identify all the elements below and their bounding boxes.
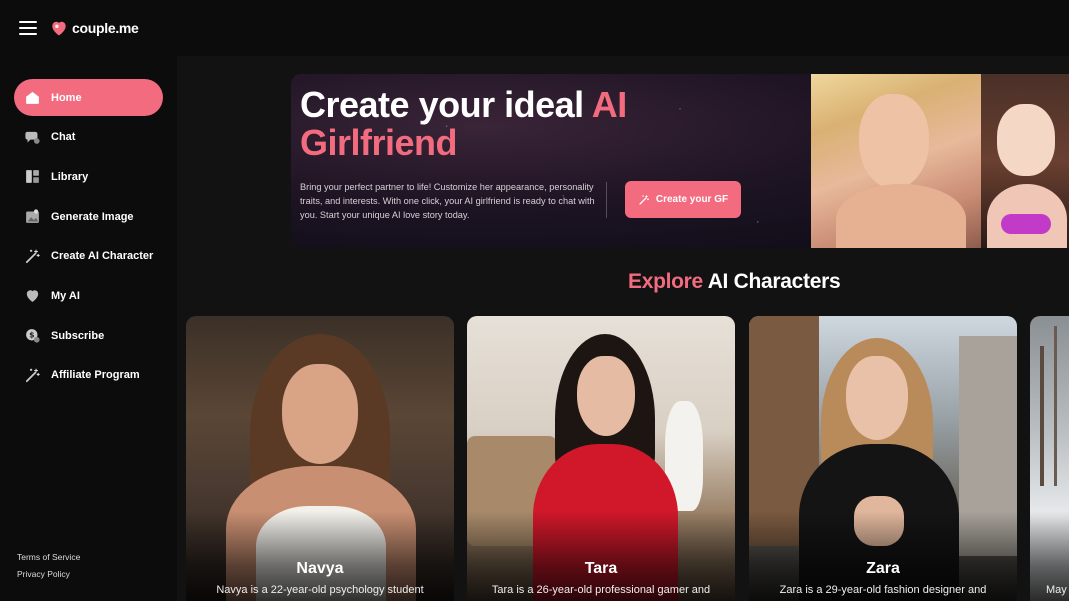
hero-title-highlight: AI <box>591 84 628 125</box>
card-name: Navya <box>296 560 344 577</box>
privacy-link[interactable]: Privacy Policy <box>17 569 80 579</box>
card-name: Zara <box>866 560 900 577</box>
card-description: Navya is a 22-year-old psychology studen… <box>216 584 424 596</box>
sidebar-item-generate-image[interactable]: Generate Image <box>14 198 163 235</box>
sidebar-item-label: Affiliate Program <box>51 369 140 382</box>
create-gf-button[interactable]: Create your GF <box>625 181 741 218</box>
hero-banner: Create your ideal AI Girlfriend Bring you… <box>291 74 1069 248</box>
home-icon <box>24 89 41 106</box>
card-description: May <box>1046 584 1067 596</box>
sidebar-item-library[interactable]: Library <box>14 158 163 195</box>
sidebar-item-chat[interactable]: Chat <box>14 119 163 156</box>
character-card-navya[interactable]: Navya Navya is a 22-year-old psychology … <box>186 316 454 601</box>
image-icon <box>24 208 41 225</box>
sidebar-item-affiliate-program[interactable]: Affiliate Program <box>14 357 163 394</box>
sidebar-item-label: Library <box>51 170 89 183</box>
hero-title-highlight: Girlfriend <box>300 122 458 163</box>
magic-wand-icon <box>24 248 41 265</box>
hero-image-anime <box>981 74 1069 248</box>
sidebar: Home Chat Library Generate Image Create … <box>0 56 177 601</box>
explore-rest: AI Characters <box>702 270 841 293</box>
magic-wand-icon <box>24 367 41 384</box>
terms-link[interactable]: Terms of Service <box>17 552 80 562</box>
subscribe-icon: $ <box>24 327 41 344</box>
svg-text:$: $ <box>29 331 34 340</box>
hero-title-text: Create your ideal <box>300 84 592 125</box>
sidebar-item-label: Generate Image <box>51 210 134 223</box>
top-bar: couple.me <box>0 0 1069 56</box>
sidebar-item-subscribe[interactable]: $ Subscribe <box>14 317 163 354</box>
card-description: Tara is a 26-year-old professional gamer… <box>491 584 711 596</box>
hero-image-blonde <box>811 74 991 248</box>
explore-highlight: Explore <box>628 270 703 293</box>
sidebar-footer: Terms of Service Privacy Policy <box>17 552 80 586</box>
explore-heading: Explore AI Characters <box>0 270 1069 294</box>
sidebar-item-label: Chat <box>51 131 76 144</box>
hero-description: Bring your perfect partner to life! Cust… <box>300 182 595 220</box>
sidebar-item-label: Subscribe <box>51 329 105 342</box>
card-description: Zara is a 29-year-old fashion designer a… <box>779 584 987 596</box>
card-name: Tara <box>584 560 618 577</box>
create-gf-label: Create your GF <box>655 194 729 205</box>
logo[interactable]: couple.me <box>49 18 139 38</box>
sidebar-nav: Home Chat Library Generate Image Create … <box>14 79 163 397</box>
magic-wand-icon <box>639 194 649 205</box>
hero-title: Create your ideal AI Girlfriend <box>300 86 720 162</box>
sidebar-item-label: Home <box>51 91 82 104</box>
sidebar-item-label: Create AI Character <box>51 250 154 263</box>
logo-heart-icon <box>52 21 66 36</box>
divider <box>606 182 607 218</box>
chat-icon <box>24 129 41 146</box>
character-card-tara[interactable]: Tara Tara is a 26-year-old professional … <box>467 316 735 601</box>
logo-text: couple.me <box>72 20 139 36</box>
library-icon <box>24 168 41 185</box>
character-card-partial[interactable]: May <box>1030 316 1069 601</box>
menu-icon[interactable] <box>19 21 37 35</box>
sidebar-item-home[interactable]: Home <box>14 79 163 116</box>
character-card-zara[interactable]: Zara Zara is a 29-year-old fashion desig… <box>749 316 1017 601</box>
